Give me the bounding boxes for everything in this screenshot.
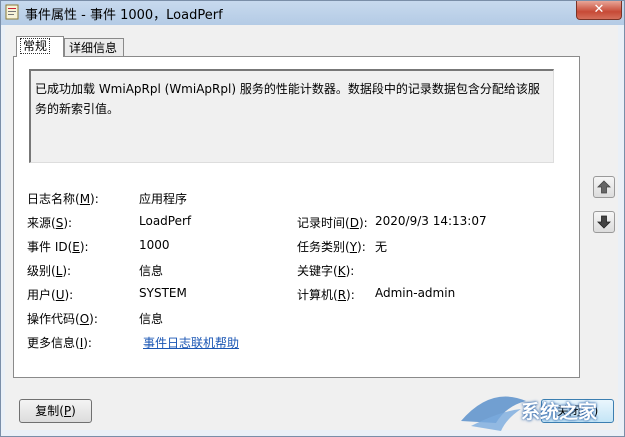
user-label: 用户(U): <box>27 288 74 302</box>
opcode-label: 操作代码(O): <box>27 312 98 326</box>
event-description[interactable]: 已成功加载 WmiApRpl (WmiApRpl) 服务的性能计数器。数据段中的… <box>29 69 554 163</box>
event-properties-window: 事件属性 - 事件 1000，LoadPerf ✕ 常规 详细信息 已成功加载 … <box>0 0 625 437</box>
event-log-icon <box>5 4 19 20</box>
opcode-value: 信息 <box>139 312 164 326</box>
close-icon: ✕ <box>593 2 605 17</box>
general-tab-panel: 已成功加载 WmiApRpl (WmiApRpl) 服务的性能计数器。数据段中的… <box>13 56 580 378</box>
level-label: 级别(L): <box>27 264 72 278</box>
tab-general[interactable]: 常规 <box>16 36 64 57</box>
computer-label: 计算机(R): <box>297 288 355 302</box>
event-id-label: 事件 ID(E): <box>27 240 89 254</box>
logged-value: 2020/9/3 14:13:07 <box>375 214 487 228</box>
level-value: 信息 <box>139 264 164 278</box>
window-close-button[interactable]: ✕ <box>576 1 622 20</box>
task-category-value: 无 <box>375 240 388 254</box>
arrow-up-icon <box>597 180 611 194</box>
source-label: 来源(S): <box>27 216 73 230</box>
keywords-label: 关键字(K): <box>297 264 355 278</box>
dialog-body: 常规 详细信息 已成功加载 WmiApRpl (WmiApRpl) 服务的性能计… <box>5 25 618 430</box>
logged-label: 记录时间(D): <box>297 216 368 230</box>
previous-event-button[interactable] <box>593 176 615 198</box>
user-value: SYSTEM <box>139 286 187 300</box>
more-info-label: 更多信息(I): <box>27 336 92 350</box>
log-name-label: 日志名称(M): <box>27 192 99 206</box>
event-log-online-help-link[interactable]: 事件日志联机帮助 <box>143 334 239 351</box>
copy-button[interactable]: 复制(P) <box>19 399 92 423</box>
source-value: LoadPerf <box>139 214 192 228</box>
title-bar[interactable]: 事件属性 - 事件 1000，LoadPerf ✕ <box>1 1 624 25</box>
tab-details[interactable]: 详细信息 <box>64 38 124 57</box>
tab-general-label: 常规 <box>19 38 51 54</box>
log-name-value: 应用程序 <box>139 192 188 206</box>
window-title: 事件属性 - 事件 1000，LoadPerf <box>25 8 223 23</box>
computer-value: Admin-admin <box>375 286 456 300</box>
event-id-value: 1000 <box>139 238 170 252</box>
arrow-down-icon <box>597 215 611 229</box>
event-description-text: 已成功加载 WmiApRpl (WmiApRpl) 服务的性能计数器。数据段中的… <box>35 82 540 116</box>
task-category-label: 任务类别(Y): <box>297 240 366 254</box>
watermark-text: 系统之家 <box>521 401 598 423</box>
tab-details-label: 详细信息 <box>69 41 118 55</box>
next-event-button[interactable] <box>593 211 615 233</box>
